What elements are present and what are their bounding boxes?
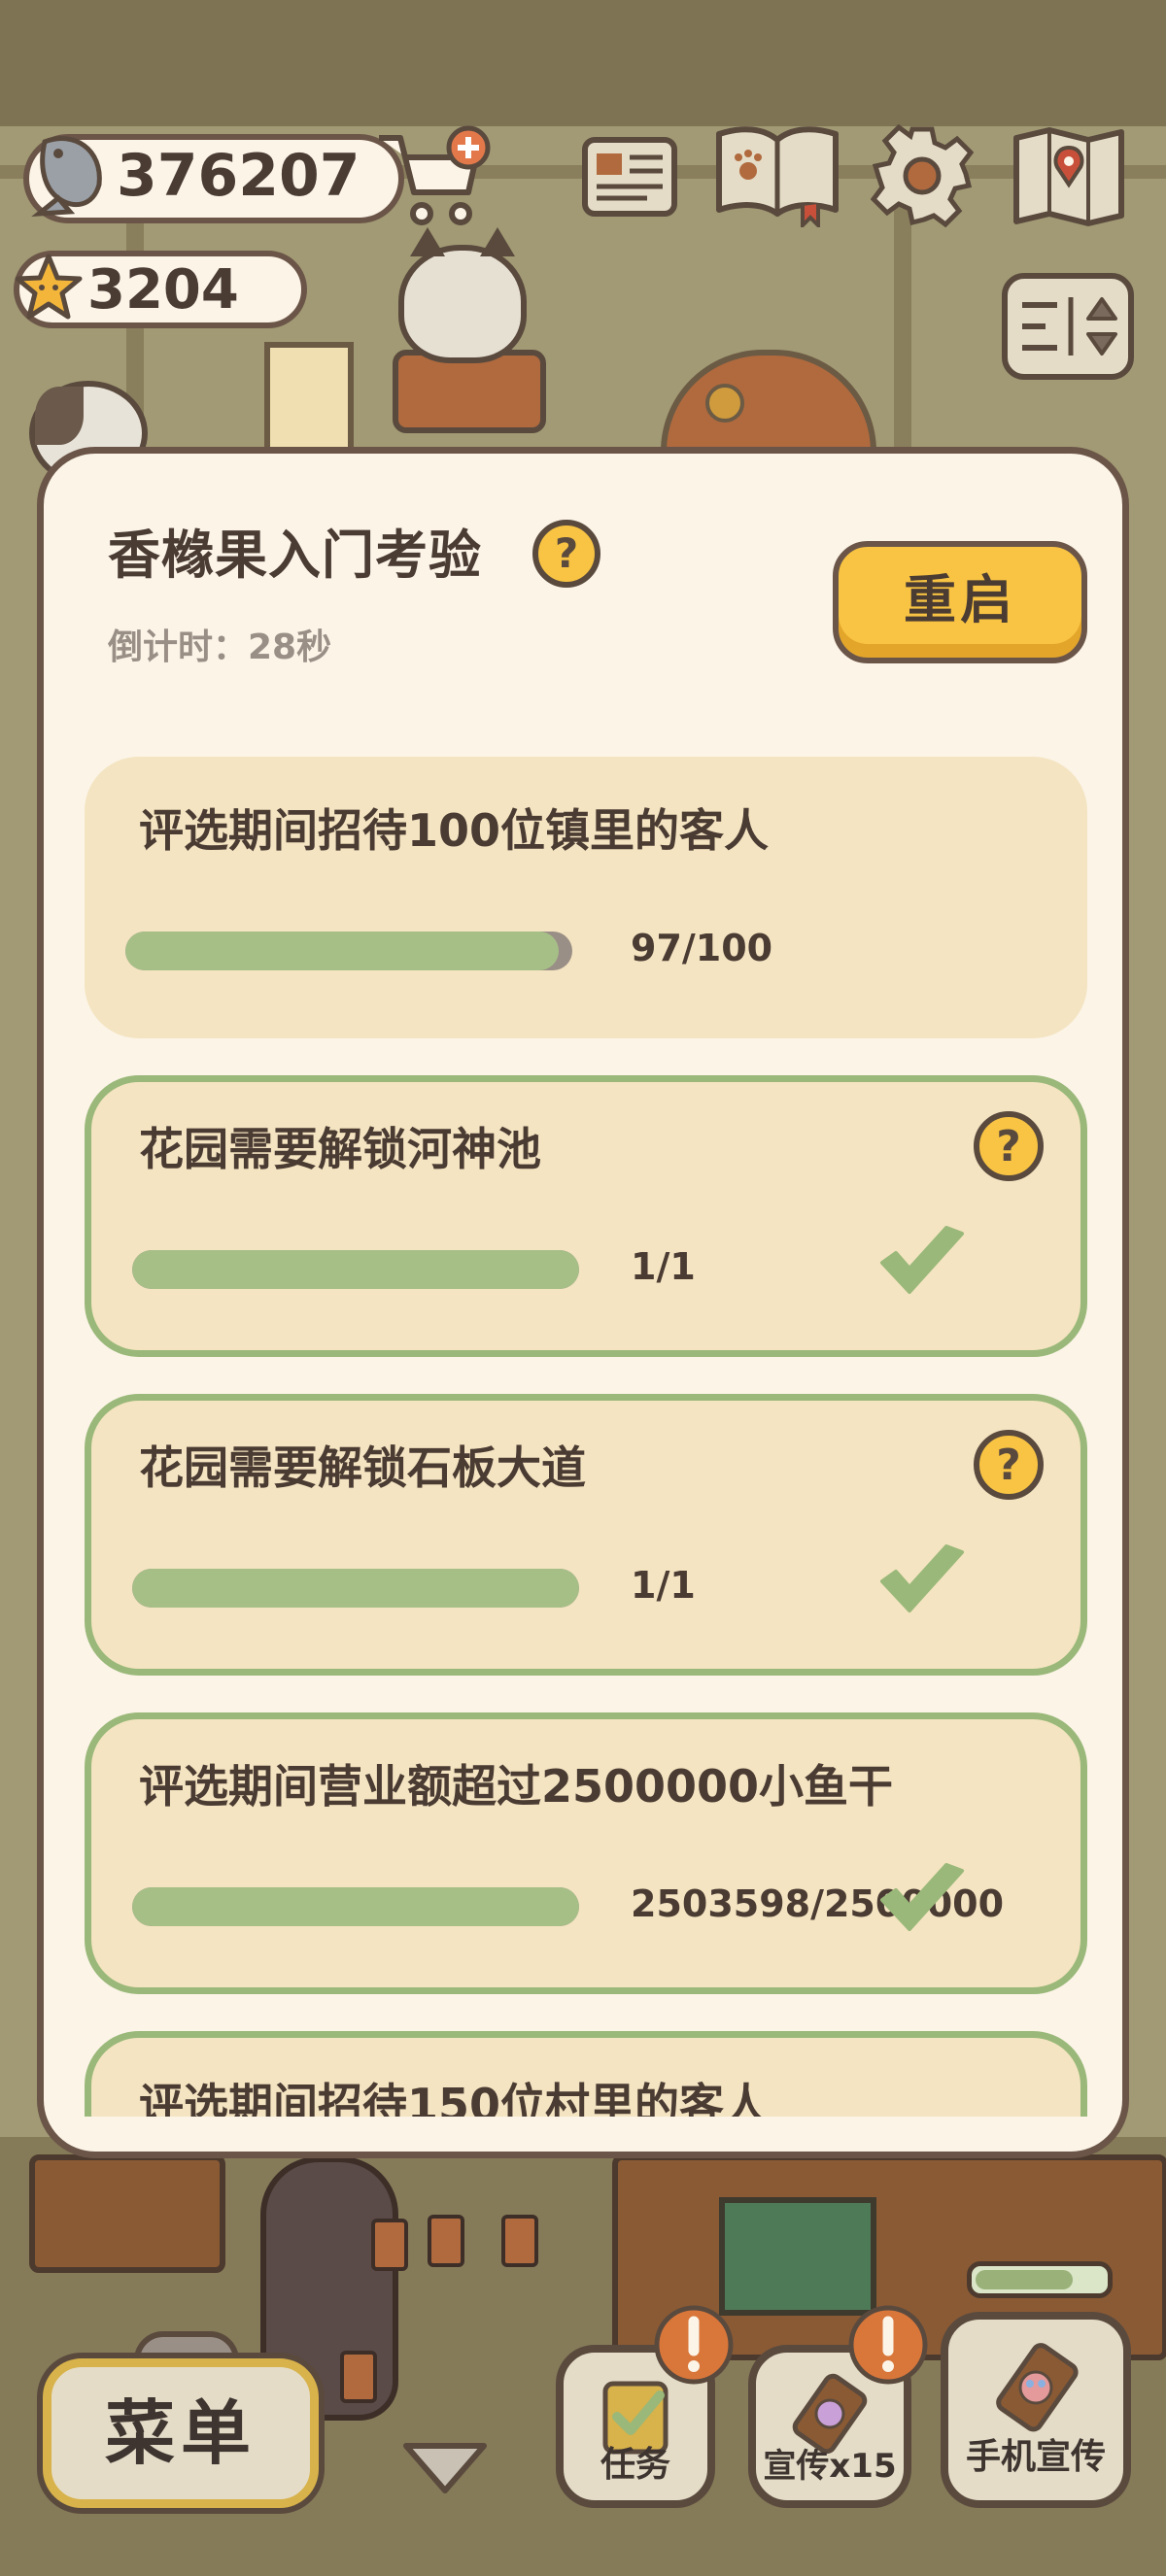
- task-card: 评选期间招待100位镇里的客人 97/100: [85, 757, 1087, 1038]
- task-progress-bar: [132, 1569, 579, 1608]
- task-label: 花园需要解锁河神池: [139, 1123, 541, 1175]
- promo-label: 宣传x15: [763, 2447, 897, 2486]
- task-label: 评选期间招待100位镇里的客人: [139, 804, 770, 857]
- task-progress-text: 97/100: [631, 927, 773, 969]
- green-crate: [719, 2197, 876, 2316]
- alert-icon: [653, 2304, 735, 2386]
- phone-promo-label: 手机宣传: [965, 2437, 1106, 2477]
- task-progress-fill: [132, 1887, 579, 1926]
- task-card: 花园需要解锁石板大道 ? 1/1: [85, 1394, 1087, 1676]
- checkmark-icon: [876, 1861, 968, 1937]
- svg-text:?: ?: [996, 1122, 1021, 1171]
- task-list[interactable]: 评选期间招待100位镇里的客人 97/100 花园需要解锁河神池 ? 1/1 花…: [44, 728, 1122, 2117]
- alert-icon: [847, 2304, 929, 2386]
- task-label: 评选期间招待150位村里的客人: [139, 2079, 770, 2117]
- dialog-title: 香橼果入门考验: [108, 525, 482, 586]
- pawbook-icon[interactable]: [713, 120, 841, 230]
- task-card: 花园需要解锁河神池 ? 1/1: [85, 1075, 1087, 1357]
- task-progress-fill: [125, 932, 560, 970]
- svg-text:?: ?: [996, 1441, 1021, 1490]
- task-progress-fill: [132, 1250, 579, 1289]
- gear-icon[interactable]: [870, 123, 975, 228]
- phone-promo-token: [340, 2351, 377, 2403]
- phone-promo-button[interactable]: 手机宣传: [941, 2312, 1131, 2508]
- help-icon[interactable]: ?: [972, 1428, 1046, 1502]
- task-card: 评选期间营业额超过2500000小鱼干 2503598/2500000: [85, 1712, 1087, 1994]
- sort-toggle-icon[interactable]: [999, 270, 1137, 383]
- collapse-arrow-icon[interactable]: [398, 2438, 492, 2496]
- lucky-cat-figure[interactable]: [398, 227, 527, 363]
- wall-notice: [264, 342, 354, 458]
- phone-promo-icon: [987, 2339, 1084, 2436]
- phone-promo-token: [428, 2215, 464, 2267]
- phone-promo-token: [501, 2215, 538, 2267]
- task-label: 评选期间营业额超过2500000小鱼干: [139, 1760, 894, 1813]
- task-progress-text: 1/1: [631, 1564, 696, 1607]
- task-progress-bar: [132, 1250, 579, 1289]
- tasks-label: 任务: [600, 2445, 670, 2485]
- star-count: 3204: [87, 258, 239, 322]
- wall-lamp: [705, 384, 744, 423]
- fish-icon: [25, 130, 115, 218]
- task-label: 花园需要解锁石板大道: [139, 1441, 586, 1494]
- help-icon[interactable]: ?: [972, 1109, 1046, 1183]
- task-progress-bar: [125, 932, 572, 970]
- star-icon: [14, 253, 84, 322]
- cart-plus-icon[interactable]: [375, 124, 492, 233]
- task-progress-text: 1/1: [631, 1245, 696, 1288]
- menu-button[interactable]: 菜单: [43, 2358, 319, 2508]
- countdown-timer: 倒计时：28秒: [108, 627, 332, 667]
- restart-button[interactable]: 重启: [833, 541, 1087, 663]
- newspaper-icon[interactable]: [579, 130, 680, 223]
- task-card: 评选期间招待150位村里的客人: [85, 2031, 1087, 2117]
- task-progress-bar: [132, 1887, 579, 1926]
- cafe-table: [29, 2154, 225, 2273]
- exam-dialog: 香橼果入门考验 ? 倒计时：28秒 重启 评选期间招待100位镇里的客人 97/…: [37, 447, 1129, 2158]
- checkmark-icon: [876, 1542, 968, 1618]
- svg-text:?: ?: [555, 529, 578, 577]
- help-icon[interactable]: ?: [532, 519, 601, 589]
- customer-patience-bar: [967, 2261, 1113, 2298]
- checkmark-icon: [876, 1224, 968, 1300]
- map-icon[interactable]: [1011, 124, 1127, 231]
- phone-promo-token: [371, 2219, 408, 2271]
- task-progress-fill: [132, 1569, 579, 1608]
- fish-count: 376207: [117, 142, 360, 210]
